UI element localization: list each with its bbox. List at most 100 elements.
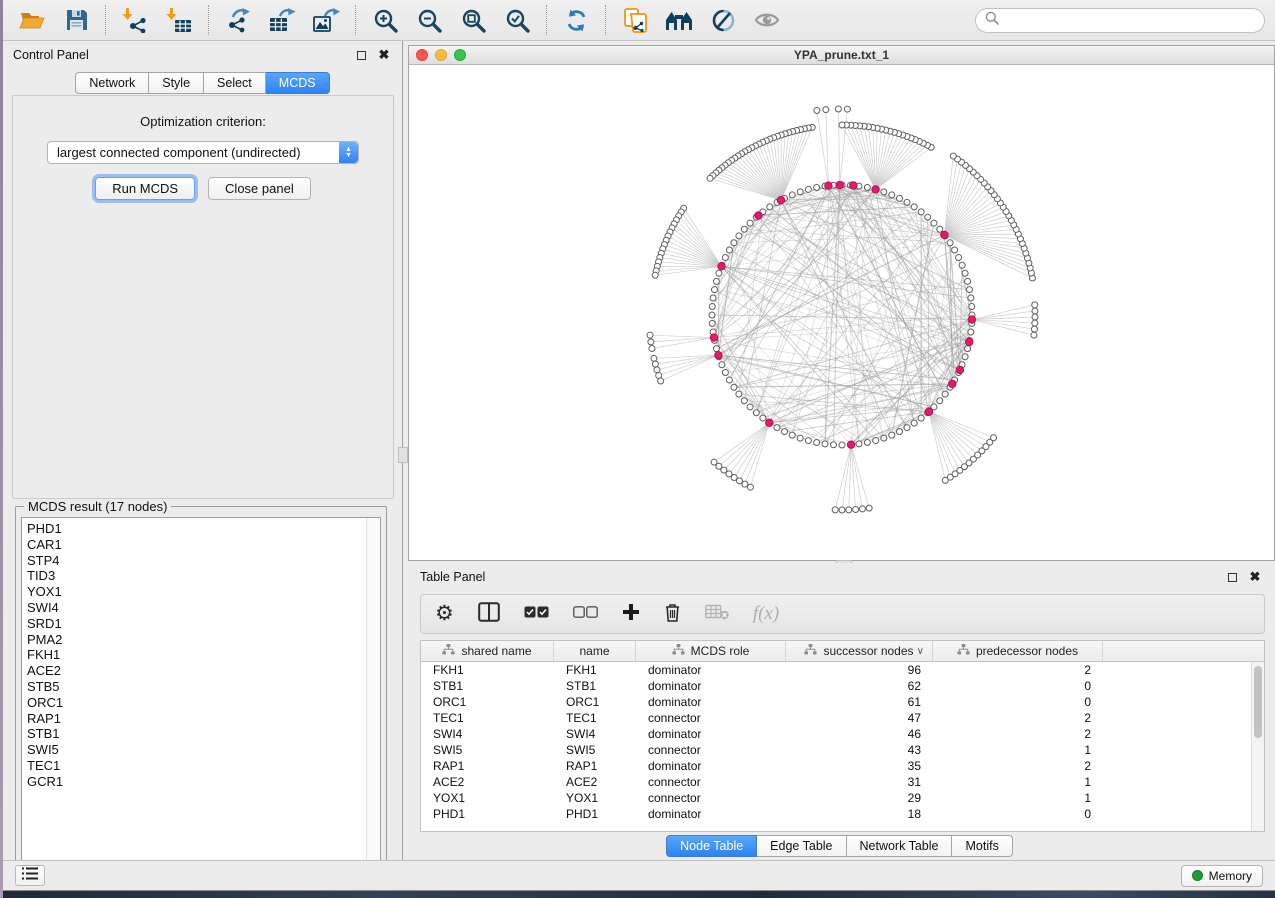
shared-column-icon <box>804 644 817 658</box>
search-input[interactable] <box>1005 13 1255 27</box>
zoom-fit-button[interactable] <box>458 5 488 35</box>
tab-node-table[interactable]: Node Table <box>666 835 757 857</box>
refresh-button[interactable] <box>561 5 591 35</box>
cell-predecessor-nodes: 1 <box>933 791 1103 805</box>
tab-network[interactable]: Network <box>75 72 149 94</box>
table-row[interactable]: STB1STB1dominator620 <box>421 678 1251 694</box>
import-table-button[interactable] <box>164 5 194 35</box>
mcds-result-item[interactable]: FKH1 <box>27 647 366 663</box>
column-header-shared-name[interactable]: shared name <box>421 641 554 661</box>
mcds-result-item[interactable]: STP4 <box>27 553 366 569</box>
create-column-button[interactable] <box>622 603 640 626</box>
eye-button[interactable] <box>752 5 782 35</box>
gear-icon: ⚙ <box>435 604 454 624</box>
mcds-list-scrollbar[interactable] <box>366 518 380 872</box>
mcds-result-item[interactable]: STB1 <box>27 726 366 742</box>
export-image-button[interactable] <box>311 5 341 35</box>
table-row[interactable]: SWI5SWI5connector431 <box>421 742 1251 758</box>
tab-edge-table[interactable]: Edge Table <box>757 835 846 857</box>
select-all-columns-button[interactable] <box>524 605 549 623</box>
network-graph[interactable] <box>409 65 1274 560</box>
mcds-result-item[interactable]: CAR1 <box>27 537 366 553</box>
memory-button[interactable]: Memory <box>1181 865 1263 887</box>
mcds-result-item[interactable]: TEC1 <box>27 758 366 774</box>
mcds-result-item[interactable]: STB5 <box>27 679 366 695</box>
import-table-icon <box>166 7 192 33</box>
float-icon <box>357 51 366 60</box>
mcds-result-item[interactable]: SRD1 <box>27 616 366 632</box>
scrollbar-thumb[interactable] <box>1254 666 1262 738</box>
window-close-icon[interactable] <box>416 49 428 61</box>
close-panel-action-button[interactable]: Close panel <box>208 177 311 200</box>
window-zoom-icon[interactable] <box>454 49 466 61</box>
cell-name: SWI5 <box>554 743 636 757</box>
open-folder-icon <box>19 8 46 32</box>
float-panel-button[interactable] <box>353 48 369 62</box>
cell-name: YOX1 <box>554 791 636 805</box>
tab-motifs[interactable]: Motifs <box>952 835 1012 857</box>
column-header-successor-nodes[interactable]: successor nodes∨ <box>786 641 933 661</box>
table-row[interactable]: ACE2ACE2connector311 <box>421 774 1251 790</box>
mcds-result-item[interactable]: GCR1 <box>27 774 366 790</box>
cell-shared-name: YOX1 <box>421 791 554 805</box>
zoom-out-button[interactable] <box>414 5 444 35</box>
control-panel-title: Control Panel <box>13 48 346 62</box>
show-columns-button[interactable] <box>478 602 500 627</box>
zoom-in-button[interactable] <box>370 5 400 35</box>
mcds-result-item[interactable]: PHD1 <box>27 521 366 537</box>
network-canvas[interactable] <box>409 65 1274 560</box>
mcds-result-item[interactable]: RAP1 <box>27 711 366 727</box>
column-header-name[interactable]: name <box>554 641 636 661</box>
cell-shared-name: ACE2 <box>421 775 554 789</box>
close-panel-button[interactable]: ✖ <box>376 48 392 62</box>
deselect-all-columns-button[interactable] <box>573 605 598 623</box>
tab-select[interactable]: Select <box>204 72 266 94</box>
mcds-result-item[interactable]: SWI4 <box>27 600 366 616</box>
column-header-predecessor-nodes[interactable]: predecessor nodes <box>933 641 1103 661</box>
mcds-result-item[interactable]: SWI5 <box>27 742 366 758</box>
float-icon <box>1228 573 1237 582</box>
tab-style[interactable]: Style <box>149 72 204 94</box>
mcds-result-item[interactable]: ORC1 <box>27 695 366 711</box>
delete-column-button[interactable] <box>664 602 681 627</box>
tab-network-table[interactable]: Network Table <box>847 835 953 857</box>
window-minimize-icon[interactable] <box>435 49 447 61</box>
optimization-criterion-select[interactable]: largest connected component (undirected)… <box>47 141 359 164</box>
mcds-result-item[interactable]: ACE2 <box>27 663 366 679</box>
table-row[interactable]: TEC1TEC1connector472 <box>421 710 1251 726</box>
table-row[interactable]: PHD1PHD1dominator180 <box>421 806 1251 822</box>
mcds-result-list[interactable]: PHD1CAR1STP4TID3YOX1SWI4SRD1PMA2FKH1ACE2… <box>21 517 381 873</box>
clone-network-icon <box>623 7 647 34</box>
float-table-panel-button[interactable] <box>1224 570 1240 584</box>
table-row[interactable]: SWI4SWI4dominator462 <box>421 726 1251 742</box>
table-row[interactable]: YOX1YOX1connector291 <box>421 790 1251 806</box>
mcds-result-item[interactable]: YOX1 <box>27 584 366 600</box>
table-scrollbar[interactable] <box>1251 662 1264 831</box>
binoculars-icon-button[interactable] <box>664 5 694 35</box>
table-row[interactable]: FKH1FKH1dominator962 <box>421 662 1251 678</box>
clone-network-button[interactable] <box>620 5 650 35</box>
control-panel-header: Control Panel ✖ <box>3 41 402 65</box>
run-mcds-button[interactable]: Run MCDS <box>95 177 195 200</box>
table-panel-header: Table Panel ✖ <box>404 563 1275 588</box>
table-row[interactable]: ORC1ORC1dominator610 <box>421 694 1251 710</box>
close-table-panel-button[interactable]: ✖ <box>1247 570 1263 584</box>
column-header-MCDS-role[interactable]: MCDS role <box>636 641 786 661</box>
mcds-result-item[interactable]: TID3 <box>27 568 366 584</box>
search-field[interactable] <box>975 8 1265 33</box>
show-panels-menu-button[interactable] <box>15 865 45 886</box>
open-session-button[interactable] <box>17 5 47 35</box>
vertical-splitter-grip[interactable] <box>398 447 408 463</box>
import-network-button[interactable] <box>120 5 150 35</box>
hide-selected-button[interactable] <box>708 5 738 35</box>
export-network-button[interactable] <box>223 5 253 35</box>
zoom-selected-button[interactable] <box>502 5 532 35</box>
tab-mcds[interactable]: MCDS <box>266 72 330 94</box>
network-window-titlebar[interactable]: YPA_prune.txt_1 <box>409 46 1274 65</box>
mcds-result-item[interactable]: PMA2 <box>27 632 366 648</box>
table-panel: Table Panel ✖ ⚙ <box>404 563 1275 861</box>
export-table-button[interactable] <box>267 5 297 35</box>
table-options-button[interactable]: ⚙ <box>435 604 454 624</box>
table-row[interactable]: RAP1RAP1dominator352 <box>421 758 1251 774</box>
save-session-button[interactable] <box>61 5 91 35</box>
